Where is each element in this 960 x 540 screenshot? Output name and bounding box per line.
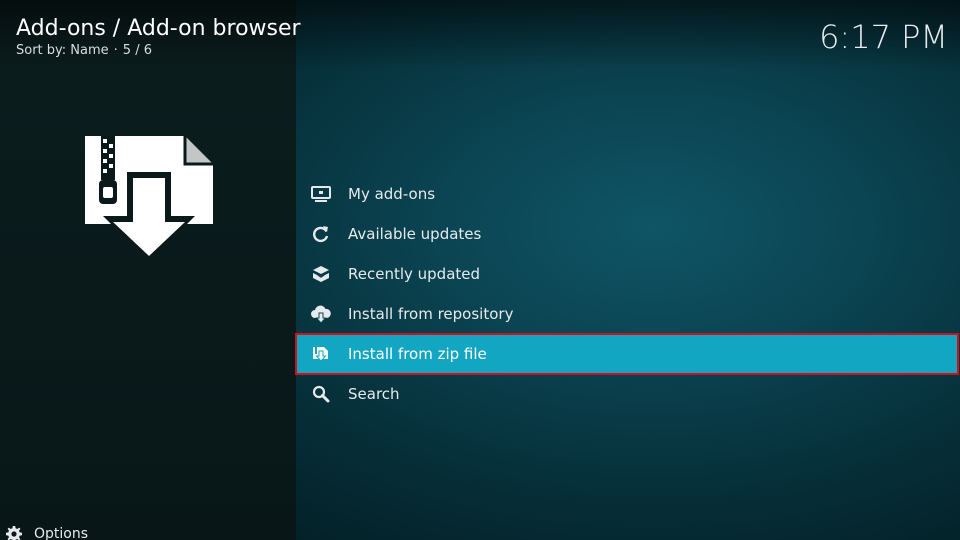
menu-item-search[interactable]: Search — [296, 374, 958, 414]
options-label: Options — [34, 526, 89, 540]
zip-file-icon — [310, 343, 332, 365]
menu-item-label: Install from repository — [348, 305, 514, 323]
menu-item-recently-updated[interactable]: Recently updated — [296, 254, 958, 294]
menu-item-label: Available updates — [348, 225, 482, 243]
menu-item-install-from-repository[interactable]: Install from repository — [296, 294, 958, 334]
box-stack-icon — [310, 263, 332, 285]
refresh-icon — [310, 223, 332, 245]
clock: 6:17 PM — [819, 18, 948, 56]
menu-item-my-addons[interactable]: My add-ons — [296, 174, 958, 214]
magnifier-icon — [310, 383, 332, 405]
item-position: 5 / 6 — [122, 43, 152, 58]
menu-item-install-from-zip-file[interactable]: Install from zip file — [295, 333, 959, 375]
menu-item-label: Install from zip file — [348, 345, 487, 363]
sort-info: Sort by: Name · 5 / 6 — [16, 43, 301, 59]
addon-browser-menu: My add-ons Available updates Recently up… — [295, 174, 959, 414]
menu-item-label: Search — [348, 385, 400, 403]
options-button[interactable]: Options — [6, 524, 88, 540]
sort-label: Sort by: Name — [16, 43, 109, 58]
left-info-panel — [0, 0, 296, 540]
monitor-box-icon — [310, 183, 332, 205]
gear-icon — [6, 526, 22, 540]
header: Add-ons / Add-on browser Sort by: Name · 5… — [16, 16, 301, 59]
kodi-screen: Add-ons / Add-on browser Sort by: Name · 5… — [0, 0, 960, 540]
zip-file-download-icon — [85, 136, 215, 264]
cloud-download-icon — [310, 303, 332, 325]
breadcrumb: Add-ons / Add-on browser — [16, 16, 301, 41]
menu-item-available-updates[interactable]: Available updates — [296, 214, 958, 254]
menu-item-label: Recently updated — [348, 265, 481, 283]
separator: · — [113, 43, 118, 58]
menu-item-label: My add-ons — [348, 185, 436, 203]
